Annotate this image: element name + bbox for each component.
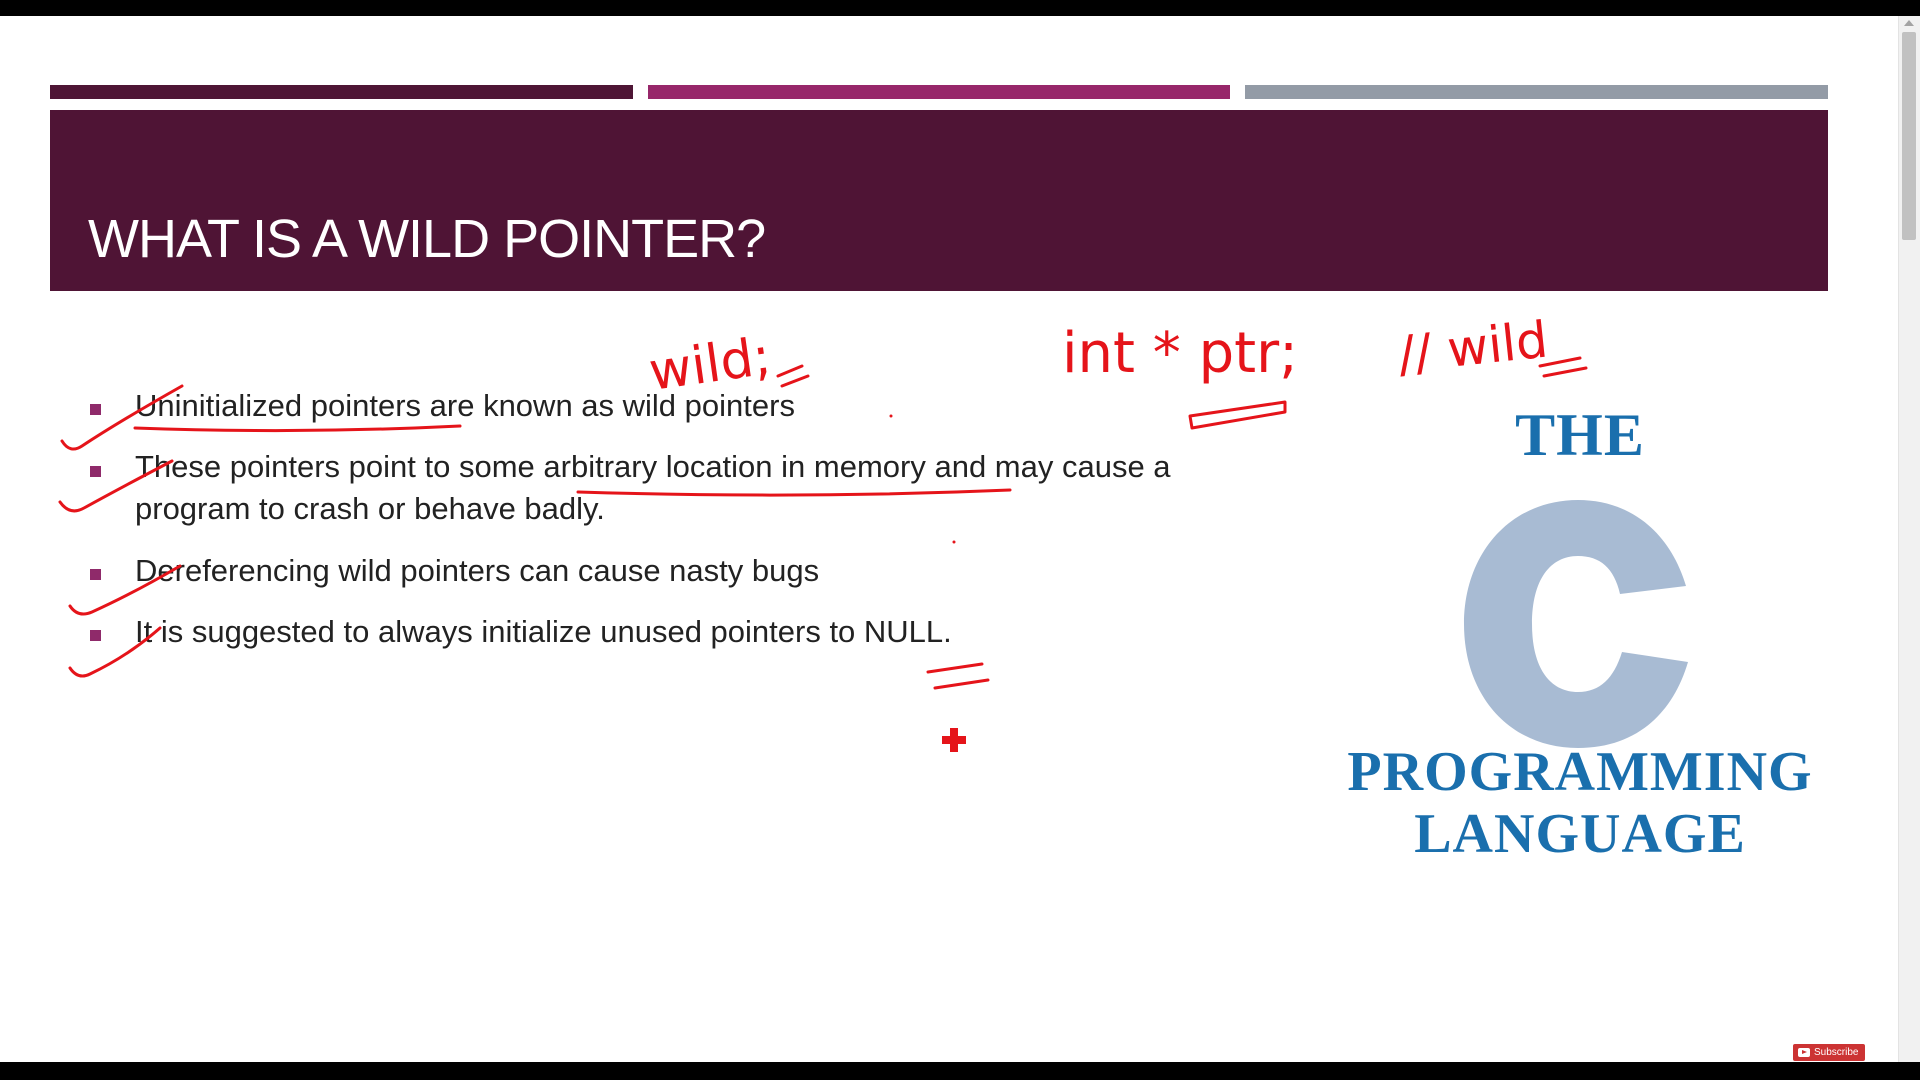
pen-annotations: wild; int * ptr; // wild [58, 311, 1588, 752]
youtube-subscribe-button[interactable]: Subscribe [1793, 1044, 1865, 1061]
check-mark-2 [58, 459, 174, 513]
scroll-up-arrow-icon[interactable] [1904, 20, 1914, 26]
check-mark-3 [68, 564, 182, 616]
scrollbar-thumb[interactable] [1902, 32, 1916, 240]
ink-code-note: int * ptr; [1062, 321, 1298, 386]
underline-arbitrary-location [576, 488, 1012, 497]
null-underline-1 [926, 662, 984, 674]
bottom-letterbox [0, 1062, 1920, 1080]
ink-comment-note: // wild [1395, 311, 1550, 384]
null-underline-2 [933, 678, 990, 690]
check-mark-1 [60, 384, 184, 451]
ink-wild-note: wild; [645, 326, 774, 402]
youtube-play-icon [1798, 1048, 1810, 1057]
subscribe-label: Subscribe [1814, 1047, 1859, 1058]
underline-uninitialized-pointers [133, 424, 462, 433]
pen-cursor-icon [942, 728, 966, 752]
slide: WHAT IS A WILD POINTER? Uninitialized po… [0, 16, 1898, 1062]
check-mark-4 [68, 626, 162, 678]
top-letterbox [0, 0, 1920, 16]
